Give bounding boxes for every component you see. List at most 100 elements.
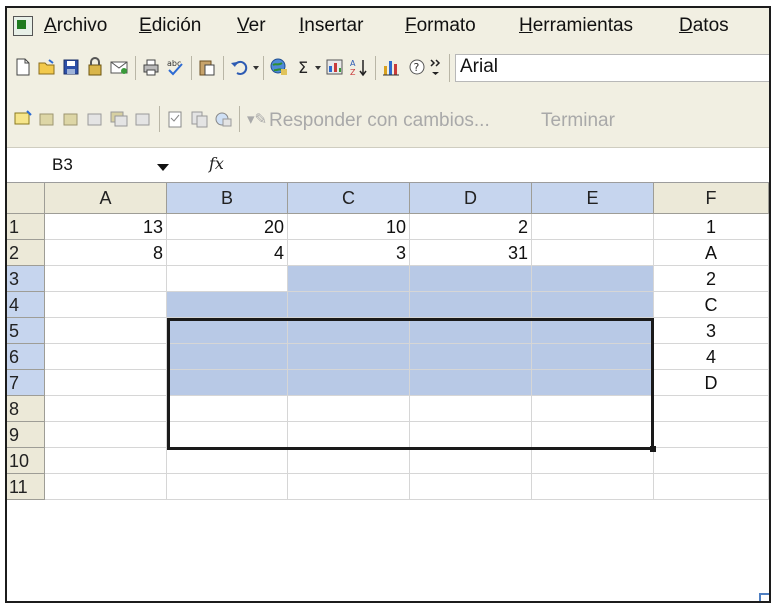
column-header-b[interactable]: B (167, 183, 288, 214)
column-header-e[interactable]: E (532, 183, 654, 214)
autosum-icon[interactable]: Σ (295, 57, 315, 77)
cell-d3[interactable] (410, 266, 532, 292)
cell-a6[interactable] (45, 344, 167, 370)
paste-icon[interactable] (197, 57, 217, 77)
cell-e7[interactable] (532, 370, 654, 396)
cell-a7[interactable] (45, 370, 167, 396)
show-hide-comment-icon[interactable] (85, 109, 105, 129)
cell-b9[interactable] (167, 422, 288, 448)
cell-d6[interactable] (410, 344, 532, 370)
cell-f1[interactable]: 1 (654, 214, 769, 240)
permission-icon[interactable] (85, 57, 105, 77)
cell-e10[interactable] (532, 448, 654, 474)
cell-f3[interactable]: 2 (654, 266, 769, 292)
cell-e9[interactable] (532, 422, 654, 448)
cell-c3[interactable] (288, 266, 410, 292)
cell-b11[interactable] (167, 474, 288, 500)
cell-c1[interactable]: 10 (288, 214, 410, 240)
cell-b7[interactable] (167, 370, 288, 396)
row-header-5[interactable]: 5 (7, 318, 45, 344)
cell-d4[interactable] (410, 292, 532, 318)
print-icon[interactable] (141, 57, 161, 77)
cell-d10[interactable] (410, 448, 532, 474)
cell-e5[interactable] (532, 318, 654, 344)
cell-e2[interactable] (532, 240, 654, 266)
new-icon[interactable] (13, 57, 33, 77)
menu-formato[interactable]: Formato (405, 15, 476, 37)
row-header-11[interactable]: 11 (7, 474, 45, 500)
column-header-c[interactable]: C (288, 183, 410, 214)
select-all-corner[interactable] (7, 183, 45, 214)
email-icon[interactable] (109, 57, 129, 77)
cell-c2[interactable]: 3 (288, 240, 410, 266)
cell-f11[interactable] (654, 474, 769, 500)
delete-comment-icon[interactable] (133, 109, 153, 129)
cell-e4[interactable] (532, 292, 654, 318)
update-file-icon[interactable] (189, 109, 209, 129)
sort-ascending-icon[interactable]: AZ (349, 57, 369, 77)
cell-a1[interactable]: 13 (45, 214, 167, 240)
cell-d2[interactable]: 31 (410, 240, 532, 266)
cell-e11[interactable] (532, 474, 654, 500)
cell-d11[interactable] (410, 474, 532, 500)
cell-f2[interactable]: A (654, 240, 769, 266)
name-box[interactable]: B3 (7, 150, 182, 180)
cell-d1[interactable]: 2 (410, 214, 532, 240)
cell-b5[interactable] (167, 318, 288, 344)
formula-input[interactable] (247, 152, 767, 178)
send-to-icon[interactable] (213, 109, 233, 129)
column-header-f[interactable]: F (654, 183, 769, 214)
cell-a3[interactable] (45, 266, 167, 292)
row-header-3[interactable]: 3 (7, 266, 45, 292)
create-task-icon[interactable] (165, 109, 185, 129)
cell-a4[interactable] (45, 292, 167, 318)
cell-c5[interactable] (288, 318, 410, 344)
cell-c6[interactable] (288, 344, 410, 370)
cell-c11[interactable] (288, 474, 410, 500)
cell-b2[interactable]: 4 (167, 240, 288, 266)
insert-function-fx-icon[interactable]: fx (209, 154, 224, 173)
cell-c7[interactable] (288, 370, 410, 396)
cell-a9[interactable] (45, 422, 167, 448)
row-header-2[interactable]: 2 (7, 240, 45, 266)
show-comment-icon[interactable] (13, 109, 33, 129)
cell-a8[interactable] (45, 396, 167, 422)
row-header-1[interactable]: 1 (7, 214, 45, 240)
chart-icon[interactable] (381, 57, 401, 77)
cell-e3[interactable] (532, 266, 654, 292)
show-all-comments-icon[interactable] (109, 109, 129, 129)
cell-f9[interactable] (654, 422, 769, 448)
options-button-icon[interactable] (759, 593, 769, 601)
reply-with-changes-button[interactable]: Responder con cambios... (269, 110, 490, 132)
chevron-down-icon[interactable] (157, 164, 169, 171)
cell-c4[interactable] (288, 292, 410, 318)
menu-edicion[interactable]: Edición (139, 15, 201, 37)
cell-f5[interactable]: 3 (654, 318, 769, 344)
row-header-4[interactable]: 4 (7, 292, 45, 318)
cell-e8[interactable] (532, 396, 654, 422)
row-header-7[interactable]: 7 (7, 370, 45, 396)
cell-b6[interactable] (167, 344, 288, 370)
menu-herramientas[interactable]: Herramientas (519, 15, 633, 37)
column-header-a[interactable]: A (45, 183, 167, 214)
cell-a2[interactable]: 8 (45, 240, 167, 266)
cell-d9[interactable] (410, 422, 532, 448)
cell-a10[interactable] (45, 448, 167, 474)
menu-ver[interactable]: Ver (237, 15, 266, 37)
menu-datos[interactable]: Datos (679, 15, 729, 37)
menu-archivo[interactable]: Archivo (44, 15, 107, 37)
cell-f7[interactable]: D (654, 370, 769, 396)
cell-c9[interactable] (288, 422, 410, 448)
insert-function-icon[interactable] (325, 57, 345, 77)
font-name-box[interactable]: Arial (455, 54, 769, 82)
column-header-d[interactable]: D (410, 183, 532, 214)
open-icon[interactable] (37, 57, 57, 77)
cell-b8[interactable] (167, 396, 288, 422)
cell-b10[interactable] (167, 448, 288, 474)
cell-a5[interactable] (45, 318, 167, 344)
workbook-icon[interactable] (13, 16, 33, 36)
cell-f6[interactable]: 4 (654, 344, 769, 370)
row-header-6[interactable]: 6 (7, 344, 45, 370)
cell-a11[interactable] (45, 474, 167, 500)
row-header-8[interactable]: 8 (7, 396, 45, 422)
